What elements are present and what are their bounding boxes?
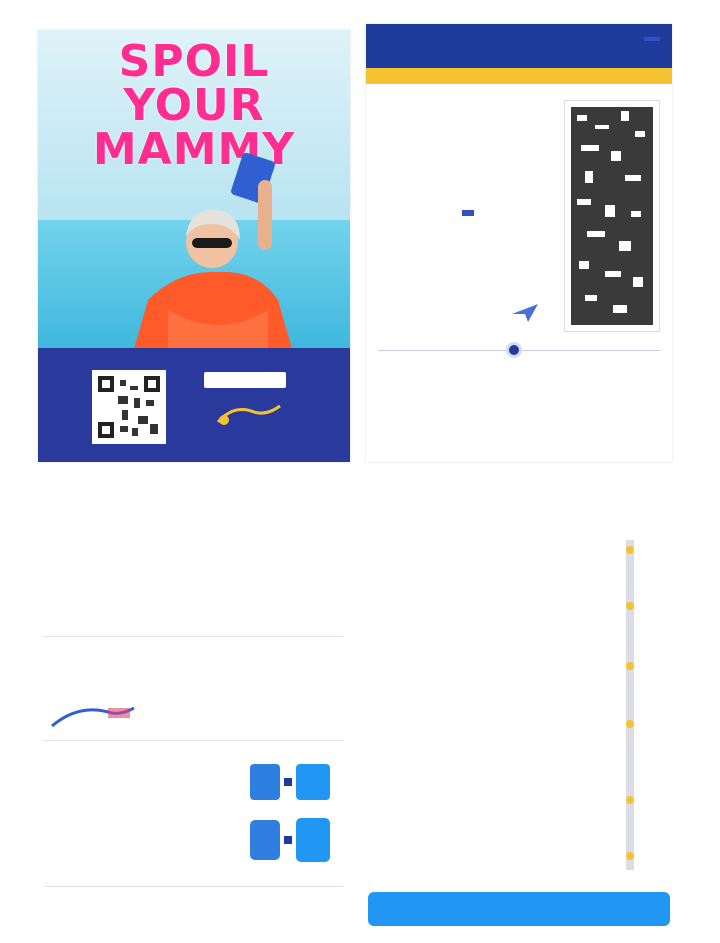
boarding-pass [366,24,672,462]
header-title [644,37,660,41]
hold-bag-icon [250,818,330,862]
boarding-pass-header [366,24,672,68]
travel-info-panel [38,496,352,926]
priority-stripe [366,68,672,84]
timeline-marker [626,546,634,554]
seat-badge [462,210,474,216]
timeline-track [626,540,634,870]
cabin-bag-icon [250,764,330,800]
promo-advert: SPOIL YOUR MAMMY [38,30,350,462]
timeline-footer-bar[interactable] [368,892,670,926]
advert-badge [204,372,286,388]
qr-code[interactable] [92,370,166,444]
timeline-marker [626,852,634,860]
timeline-marker [626,796,634,804]
barcode [564,100,660,332]
airline-swoosh-icon [51,706,135,728]
timeline-marker [626,602,634,610]
divider [44,740,344,741]
plane-icon [512,304,538,322]
woman-with-phone-image [128,152,298,370]
timeline-marker [626,662,634,670]
advert-bottom-band [38,348,350,462]
divider [44,636,344,637]
timeline-marker [626,720,634,728]
journey-timeline [364,496,674,934]
airline-logo-icon [216,404,281,425]
route-dot [506,342,522,358]
divider [44,886,344,887]
